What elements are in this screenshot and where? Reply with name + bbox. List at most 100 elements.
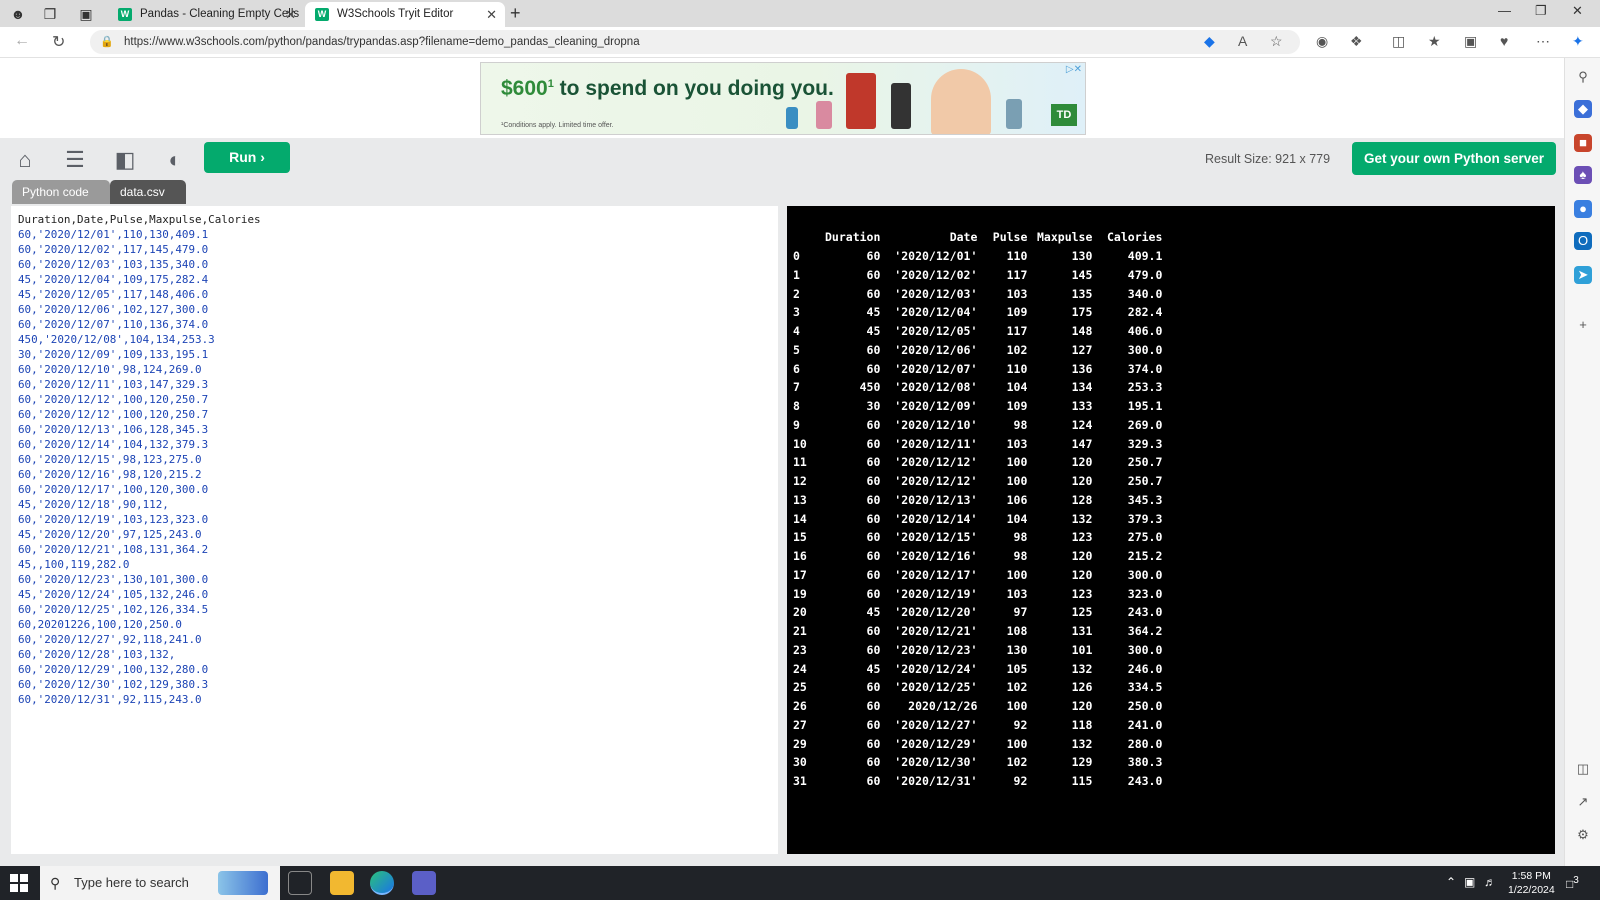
close-window-icon[interactable]: ✕ [1572, 3, 1583, 19]
task-view-icon[interactable] [288, 871, 312, 895]
back-icon[interactable]: ← [14, 32, 30, 50]
table-row: 24 45 '2020/12/24' 105 132 246.0 [793, 659, 1162, 678]
games-icon[interactable]: ♠ [1574, 166, 1592, 184]
clock-date: 1/22/2024 [1508, 884, 1555, 896]
close-tab-icon[interactable]: ✕ [285, 2, 296, 27]
tray-chevron-icon[interactable]: ⌃ [1446, 875, 1456, 889]
extension-icon[interactable]: ◉ [1316, 33, 1328, 50]
microsoft365-icon[interactable]: ● [1574, 200, 1592, 218]
table-row: 29 60 '2020/12/29' 100 132 280.0 [793, 734, 1162, 753]
td-advertisement[interactable]: $6001 to spend on you doing you. ¹Condit… [480, 62, 1086, 135]
favorite-star-icon[interactable]: ☆ [1270, 33, 1283, 50]
table-cell: 282.4 [1127, 305, 1163, 320]
refresh-icon[interactable]: ↻ [52, 32, 65, 52]
volume-icon[interactable]: ♬ [1484, 875, 1496, 889]
table-cell: 250.7 [1127, 474, 1163, 489]
teams-icon[interactable] [412, 871, 436, 895]
table-cell: 60 [866, 755, 881, 770]
read-aloud-icon[interactable]: A [1238, 33, 1247, 49]
rotate-layout-icon[interactable]: ◧ [112, 148, 138, 172]
table-cell: 300.0 [1127, 567, 1163, 582]
contrast-icon[interactable]: ◐ [162, 148, 188, 172]
table-row: 14 60 '2020/12/14' 104 132 379.3 [793, 509, 1162, 528]
column-header: Date [949, 230, 978, 245]
csv-line: 60,'2020/12/06',102,127,300.0 [18, 303, 209, 316]
puzzle-icon[interactable]: ❖ [1350, 33, 1363, 50]
table-cell: 246.0 [1127, 661, 1163, 676]
table-cell: 120 [1071, 549, 1093, 564]
restore-icon[interactable]: ❐ [1535, 3, 1547, 19]
table-cell: 104 [1006, 511, 1028, 526]
url-field[interactable]: 🔒 https://www.w3schools.com/python/panda… [90, 30, 1300, 54]
add-icon[interactable]: + [1574, 316, 1592, 334]
tab-tryit-editor[interactable]: W W3Schools Tryit Editor ✕ [305, 2, 505, 27]
csv-line: 45,'2020/12/24',105,132,246.0 [18, 588, 209, 601]
table-cell: 100 [1006, 567, 1028, 582]
table-cell: 30 [866, 399, 881, 414]
table-cell: 374.0 [1127, 361, 1163, 376]
shopping-icon[interactable]: ◆ [1574, 100, 1592, 118]
table-cell: 60 [866, 567, 881, 582]
table-cell: 323.0 [1127, 586, 1163, 601]
tools-icon[interactable]: ■ [1574, 134, 1592, 152]
performance-icon[interactable]: ♥ [1500, 33, 1508, 49]
collections-icon[interactable]: ▣ [1464, 33, 1477, 50]
table-cell: 120 [1071, 699, 1093, 714]
tab-actions-icon[interactable]: ▣ [76, 4, 96, 24]
csv-line: 60,'2020/12/11',103,147,329.3 [18, 378, 209, 391]
shield-icon[interactable]: ◆ [1204, 33, 1215, 50]
ad-headline-text: to spend on you doing you. [553, 77, 834, 100]
csv-line: 60,'2020/12/03',103,135,340.0 [18, 258, 209, 271]
send-icon[interactable]: ➤ [1574, 266, 1592, 284]
taskbar-search-box[interactable]: ⚲ Type here to search [40, 866, 280, 900]
minimize-icon[interactable]: — [1498, 3, 1511, 18]
menu-icon[interactable]: ☰ [62, 148, 88, 172]
table-cell: 105 [1006, 661, 1028, 676]
favorites-icon[interactable]: ★ [1428, 33, 1441, 50]
copilot-icon[interactable]: ✦ [1572, 33, 1584, 50]
sidebar-layout-icon[interactable]: ◫ [1574, 760, 1592, 778]
external-link-icon[interactable]: ↗ [1574, 793, 1592, 811]
table-cell: 60 [866, 530, 881, 545]
ad-choices-icon[interactable]: ▷✕ [1066, 64, 1082, 75]
table-row: 2 60 '2020/12/03' 103 135 340.0 [793, 284, 1162, 303]
settings-icon[interactable]: ⚙ [1574, 826, 1592, 844]
ad-headline: $6001 to spend on you doing you. [501, 77, 834, 101]
tab-title: Pandas - Cleaning Empty Cells [140, 8, 300, 20]
taskbar-clock[interactable]: 1:58 PM 1/22/2024 [1508, 869, 1555, 897]
run-button[interactable]: Run › [204, 142, 290, 173]
table-cell: 450 [859, 380, 881, 395]
tab-pandas-cleaning[interactable]: W Pandas - Cleaning Empty Cells ✕ [108, 2, 304, 27]
windows-start-icon[interactable] [10, 874, 28, 892]
table-cell: 103 [1006, 586, 1028, 601]
more-options-icon[interactable]: ⋯ [1536, 33, 1550, 50]
new-tab-icon[interactable]: + [510, 3, 521, 24]
edge-browser-icon[interactable] [370, 871, 394, 895]
split-screen-icon[interactable]: ◫ [1392, 33, 1405, 50]
network-icon[interactable]: ▣ [1464, 875, 1475, 889]
get-python-server-button[interactable]: Get your own Python server [1352, 142, 1556, 175]
code-editor[interactable]: Duration,Date,Pulse,Maxpulse,Calories 60,… [11, 206, 778, 854]
table-cell: 120 [1071, 474, 1093, 489]
notification-icon[interactable]: □3 [1566, 875, 1579, 891]
table-cell: 129 [1071, 755, 1093, 770]
row-index: 5 [793, 342, 800, 357]
tab-python-code[interactable]: Python code [12, 180, 110, 204]
profile-icon[interactable]: ☻ [8, 4, 28, 24]
close-tab-icon[interactable]: ✕ [486, 2, 497, 27]
table-cell: 215.2 [1127, 549, 1163, 564]
file-explorer-icon[interactable] [330, 871, 354, 895]
outlook-icon[interactable]: O [1574, 232, 1592, 250]
table-cell: 60 [866, 436, 881, 451]
table-cell: 145 [1071, 267, 1093, 282]
row-index: 1 [793, 267, 800, 282]
notification-count: 3 [1573, 875, 1579, 886]
table-row: 10 60 '2020/12/11' 103 147 329.3 [793, 434, 1162, 453]
row-index: 25 [793, 680, 807, 695]
search-icon[interactable]: ⚲ [1574, 68, 1592, 86]
toy-robot-image [816, 101, 832, 129]
workspaces-icon[interactable]: ❐ [40, 4, 60, 24]
home-icon[interactable]: ⌂ [12, 148, 38, 172]
csv-line: 60,'2020/12/02',117,145,479.0 [18, 243, 209, 256]
tab-data-csv[interactable]: data.csv [110, 180, 186, 204]
